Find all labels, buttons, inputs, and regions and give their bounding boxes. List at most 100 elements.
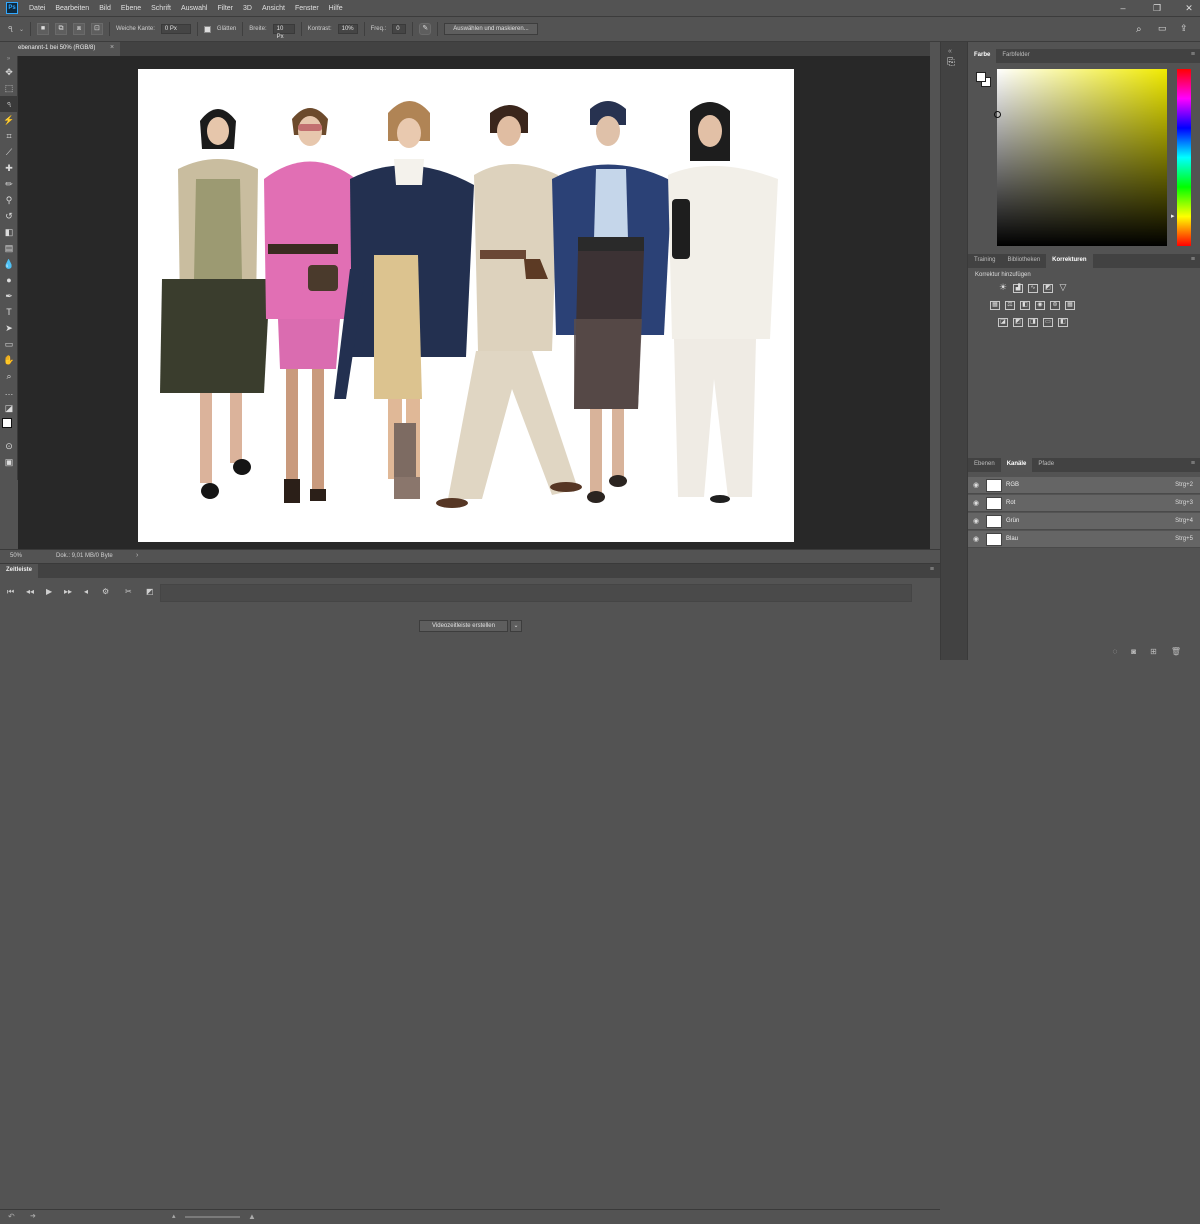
timeline-track[interactable]: [160, 584, 912, 602]
quick-mask-icon[interactable]: ⊙: [0, 438, 18, 454]
photo-filter-icon[interactable]: ◉: [1035, 301, 1045, 310]
new-selection-icon[interactable]: ■: [36, 23, 49, 35]
selective-color-icon[interactable]: ◧: [1058, 318, 1068, 327]
tab-channels[interactable]: Kanäle: [1000, 458, 1033, 472]
exposure-icon[interactable]: ◩: [1043, 284, 1053, 293]
history-icon[interactable]: ⎘: [947, 57, 955, 68]
contrast-input[interactable]: 10%: [337, 24, 358, 34]
posterize-icon[interactable]: ◩: [1013, 318, 1023, 327]
channel-row[interactable]: ◉ Blau Strg+5: [968, 531, 1200, 548]
antialias-checkbox[interactable]: [203, 25, 211, 33]
color-picker-field[interactable]: [994, 69, 1167, 246]
close-tab-icon[interactable]: ×: [110, 44, 114, 51]
crop-tool-icon[interactable]: ⌗: [0, 128, 18, 144]
frequency-input[interactable]: 0: [392, 24, 407, 34]
width-input[interactable]: 10 Px: [272, 24, 295, 40]
levels-icon[interactable]: ▟: [1013, 284, 1023, 293]
clone-stamp-tool-icon[interactable]: ⚲: [0, 192, 18, 208]
type-tool-icon[interactable]: T: [0, 304, 18, 320]
menu-select[interactable]: Auswahl: [176, 5, 212, 12]
hand-tool-icon[interactable]: ✋: [0, 352, 18, 368]
search-icon[interactable]: ⌕: [1136, 24, 1142, 35]
magnetic-lasso-icon[interactable]: ঀ: [8, 23, 13, 36]
collapse-panels-icon[interactable]: «: [948, 48, 952, 55]
invert-icon[interactable]: ◪: [998, 318, 1008, 327]
settings-icon[interactable]: ⚙: [102, 587, 109, 596]
move-tool-icon[interactable]: ✥: [0, 64, 18, 80]
eye-icon[interactable]: ◉: [968, 481, 984, 489]
tab-swatches[interactable]: Farbfelder: [996, 49, 1035, 63]
minimize-icon[interactable]: –: [1112, 0, 1134, 16]
eye-icon[interactable]: ◉: [968, 517, 984, 525]
transition-icon[interactable]: ◩: [146, 587, 154, 596]
gradient-tool-icon[interactable]: ▤: [0, 240, 18, 256]
foreground-color-swatch[interactable]: [2, 418, 12, 428]
feather-input[interactable]: 0 Px: [160, 24, 191, 34]
convert-frame-icon[interactable]: ↶: [8, 1212, 15, 1221]
hue-marker-icon[interactable]: ▸: [1171, 212, 1175, 220]
save-selection-channel-icon[interactable]: ◙: [1131, 647, 1136, 656]
menu-type[interactable]: Schrift: [146, 5, 176, 12]
menu-help[interactable]: Hilfe: [324, 5, 348, 12]
eye-icon[interactable]: ◉: [968, 499, 984, 507]
panel-menu-icon[interactable]: ≡: [930, 566, 934, 573]
tab-libraries[interactable]: Bibliotheken: [1001, 254, 1046, 268]
close-icon[interactable]: ✕: [1178, 0, 1200, 16]
black-white-icon[interactable]: ◧: [1020, 301, 1030, 310]
subtract-selection-icon[interactable]: ⧈: [72, 23, 85, 35]
panel-menu-icon[interactable]: ≡: [1191, 460, 1195, 467]
hue-saturation-icon[interactable]: ▦: [990, 301, 1000, 310]
status-expand-icon[interactable]: ›: [136, 552, 138, 559]
zoom-slider[interactable]: [185, 1216, 240, 1218]
load-channel-selection-icon[interactable]: ◌: [1113, 647, 1118, 656]
render-video-icon[interactable]: ➜: [30, 1212, 36, 1220]
create-video-timeline-button[interactable]: Videozeitleiste erstellen: [419, 620, 508, 632]
history-brush-tool-icon[interactable]: ↺: [0, 208, 18, 224]
next-frame-icon[interactable]: ▸▸: [64, 587, 72, 596]
panel-menu-icon[interactable]: ≡: [1191, 51, 1195, 58]
eyedropper-tool-icon[interactable]: ⟋: [0, 144, 18, 160]
menu-file[interactable]: Datei: [24, 5, 50, 12]
color-lookup-icon[interactable]: ▦: [1065, 301, 1075, 310]
add-selection-icon[interactable]: ⧉: [54, 23, 67, 35]
audio-icon[interactable]: ◂: [84, 587, 88, 596]
play-icon[interactable]: ▶: [46, 587, 52, 596]
maximize-icon[interactable]: ❐: [1146, 0, 1168, 16]
color-picker-cursor[interactable]: [994, 111, 1001, 118]
foreground-color-swatch[interactable]: [976, 72, 986, 82]
lasso-tool-icon[interactable]: ঀ: [0, 96, 18, 112]
hue-slider[interactable]: [1177, 69, 1191, 246]
marquee-tool-icon[interactable]: ⬚: [0, 80, 18, 96]
delete-channel-icon[interactable]: 🗑: [1171, 647, 1181, 656]
menu-filter[interactable]: Filter: [212, 5, 238, 12]
chevron-down-icon[interactable]: ⌄: [510, 620, 522, 632]
tab-learn[interactable]: Training: [968, 254, 1001, 268]
workspace-icon[interactable]: ▭: [1158, 23, 1167, 34]
dodge-tool-icon[interactable]: ●: [0, 272, 18, 288]
zoom-out-icon[interactable]: ▴: [172, 1212, 176, 1220]
default-colors-icon[interactable]: ◪: [0, 400, 18, 416]
path-selection-tool-icon[interactable]: ➤: [0, 320, 18, 336]
zoom-tool-icon[interactable]: ⌕: [0, 368, 18, 384]
brush-tool-icon[interactable]: ✏: [0, 176, 18, 192]
brightness-icon[interactable]: ☀: [998, 283, 1008, 293]
menu-layer[interactable]: Ebene: [116, 5, 146, 12]
menu-window[interactable]: Fenster: [290, 5, 324, 12]
screen-mode-icon[interactable]: ▣: [0, 454, 18, 470]
pen-pressure-icon[interactable]: ✎: [419, 23, 432, 35]
channel-row[interactable]: ◉ RGB Strg+2: [968, 477, 1200, 494]
tab-paths[interactable]: Pfade: [1032, 458, 1060, 472]
tab-adjustments[interactable]: Korrekturen: [1046, 254, 1093, 268]
toolbar-collapse-icon[interactable]: »: [0, 56, 17, 64]
share-icon[interactable]: ⇪: [1180, 23, 1188, 34]
intersect-selection-icon[interactable]: ⊡: [90, 23, 103, 35]
magic-wand-tool-icon[interactable]: ⚡: [0, 112, 18, 128]
shape-tool-icon[interactable]: ▭: [0, 336, 18, 352]
document-tab[interactable]: ebenannt-1 bei 50% (RGB/8): [18, 42, 120, 56]
channel-row[interactable]: ◉ Grün Strg+4: [968, 513, 1200, 530]
curves-icon[interactable]: ∿: [1028, 284, 1038, 293]
tab-color[interactable]: Farbe: [968, 49, 997, 63]
gradient-map-icon[interactable]: ▭: [1043, 318, 1053, 327]
vibrance-icon[interactable]: ▽: [1058, 283, 1068, 293]
split-icon[interactable]: ✂: [125, 587, 132, 596]
